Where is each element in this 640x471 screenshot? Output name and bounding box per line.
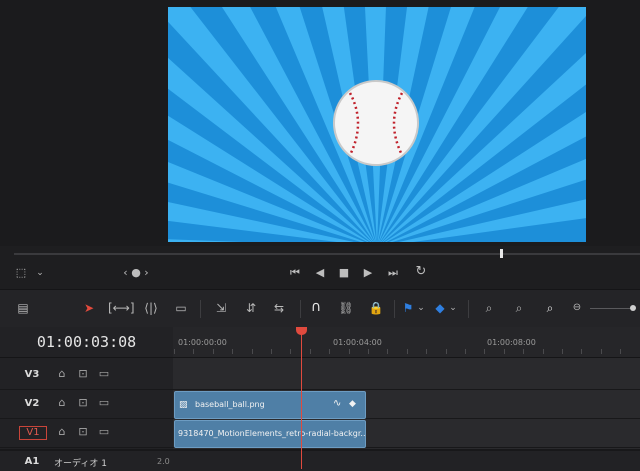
ruler-tick (232, 349, 234, 354)
scrubber-track[interactable] (14, 253, 640, 255)
track-a1: A1 オーディオ 1 2.0 (0, 449, 640, 471)
ruler-tick (251, 349, 253, 354)
edit-toolbar: ▤ ➤ [⟷] ⟨|⟩ ▭ ⇲ ⇵ ⇆ ∩ ⛓ 🔒 ⚑ ⌄ ◆ ⌄ ⌕ ⌕ ⌕ … (0, 289, 640, 328)
snap-icon[interactable]: ∩ (308, 299, 324, 315)
link-icon[interactable]: ⛓ (338, 300, 354, 316)
ruler-tick (348, 349, 350, 354)
separator (394, 300, 395, 318)
auto-select-icon[interactable]: ⊡ (76, 368, 90, 380)
track-lock-icon[interactable]: ⌂ (55, 368, 69, 380)
track-v3: V3 ⌂ ⊡ ▭ (0, 361, 640, 390)
overwrite-icon[interactable]: ⇵ (240, 300, 262, 316)
trim-icon[interactable]: [⟷] (108, 300, 135, 316)
ruler-tick (406, 349, 408, 354)
playhead-line[interactable] (301, 334, 302, 469)
crop-icon[interactable]: ⬚ (14, 266, 28, 280)
auto-select-icon[interactable]: ⊡ (76, 426, 90, 438)
track-lock-icon[interactable]: ⌂ (55, 397, 69, 409)
insert-clip-icon[interactable]: ⇲ (210, 300, 232, 316)
clip-retro-radial-background[interactable]: 9318470_MotionElements_retro-radial-back… (174, 420, 366, 448)
zoom-out-icon[interactable]: ⊖ (570, 300, 584, 316)
auto-select-icon[interactable]: ⊡ (76, 397, 90, 409)
ruler-tick (465, 349, 466, 354)
track-label: A1 (24, 456, 40, 467)
pointer-icon[interactable]: ➤ (82, 300, 96, 316)
ruler-tick (212, 349, 214, 354)
ruler-tick (368, 349, 369, 354)
ruler-label: 01:00:08:00 (487, 338, 536, 347)
clip-name: 9318470_MotionElements_retro-radial-back… (178, 429, 366, 438)
flag-icon[interactable]: ⚑ (402, 300, 414, 316)
viewer-frame[interactable] (168, 7, 586, 242)
track-label: V3 (24, 369, 40, 380)
replace-clip-icon[interactable]: ⇆ (268, 300, 290, 316)
baseball-ball-icon (333, 80, 419, 166)
image-clip-icon: ▨ (179, 400, 188, 410)
separator (200, 300, 201, 318)
separator (300, 300, 301, 318)
zoom-slider-handle[interactable] (630, 305, 636, 311)
clip-name: baseball_ball.png (195, 400, 265, 409)
ruler-tick (484, 349, 486, 354)
blade-icon[interactable]: ▭ (172, 300, 190, 316)
track-label: V2 (24, 398, 40, 409)
chevron-down-icon[interactable]: ⌄ (416, 300, 426, 316)
ruler-tick (426, 349, 428, 354)
ruler-tick (542, 349, 544, 354)
audio-channels: 2.0 (157, 457, 170, 466)
play-reverse-icon[interactable]: ◀ (313, 266, 327, 280)
ruler-label: 01:00:00:00 (178, 338, 227, 347)
viewer-nav[interactable]: ‹ ● › (118, 266, 154, 280)
separator (468, 300, 469, 318)
audio-track-name[interactable]: オーディオ 1 (54, 456, 107, 469)
ruler-tick (329, 349, 331, 354)
first-frame-icon[interactable]: ⏮ (287, 266, 303, 280)
ruler-tick (290, 349, 292, 354)
stop-icon[interactable]: ■ (337, 266, 351, 280)
loop-icon[interactable]: ↻ (412, 265, 430, 279)
ruler-tick (503, 349, 505, 354)
play-icon[interactable]: ▶ (361, 266, 375, 280)
ruler-tick (193, 349, 195, 354)
ruler-tick (600, 349, 602, 354)
zoom-slider[interactable] (590, 308, 634, 309)
viewer-image (168, 7, 586, 242)
keyframe-icon[interactable]: ◆ (349, 398, 356, 410)
curve-icon[interactable]: ∿ (333, 398, 341, 410)
dynamic-trim-icon[interactable]: ⟨|⟩ (140, 300, 162, 316)
zoom-detail-icon[interactable]: ⌕ (508, 300, 530, 316)
ruler-tick (309, 349, 311, 354)
zoom-custom-icon[interactable]: ⌕ (538, 300, 562, 316)
chevron-down-icon[interactable]: ⌄ (448, 300, 458, 316)
ruler-tick (387, 349, 389, 354)
clip-baseball-ball[interactable]: ▨ baseball_ball.png ∿ ◆ (174, 391, 366, 419)
track-visibility-icon[interactable]: ▭ (97, 368, 111, 380)
ruler-tick (581, 349, 583, 354)
timeline-view-icon[interactable]: ▤ (12, 300, 34, 316)
ruler-tick (174, 349, 175, 354)
zoom-full-icon[interactable]: ⌕ (478, 300, 500, 316)
chevron-down-icon[interactable]: ⌄ (34, 266, 46, 280)
timeline-timecode[interactable]: 01:00:03:08 (0, 327, 173, 358)
scrubber-handle[interactable] (500, 249, 503, 258)
ruler-label: 01:00:04:00 (333, 338, 382, 347)
ruler-tick (445, 349, 447, 354)
last-frame-icon[interactable]: ⏭ (385, 266, 401, 280)
track-lock-icon[interactable]: ⌂ (55, 426, 69, 438)
lock-icon[interactable]: 🔒 (368, 300, 384, 316)
track-visibility-icon[interactable]: ▭ (97, 397, 111, 409)
track-visibility-icon[interactable]: ▭ (97, 426, 111, 438)
ruler-tick (523, 349, 525, 354)
ruler-tick (620, 349, 622, 354)
transport-bar: ⬚ ⌄ ‹ ● › ⏮ ◀ ■ ▶ ⏭ ↻ (0, 258, 640, 288)
marker-icon[interactable]: ◆ (434, 300, 446, 316)
track-label-destination[interactable]: V1 (19, 426, 47, 440)
ruler-tick (271, 349, 272, 354)
ruler-tick (562, 349, 563, 354)
